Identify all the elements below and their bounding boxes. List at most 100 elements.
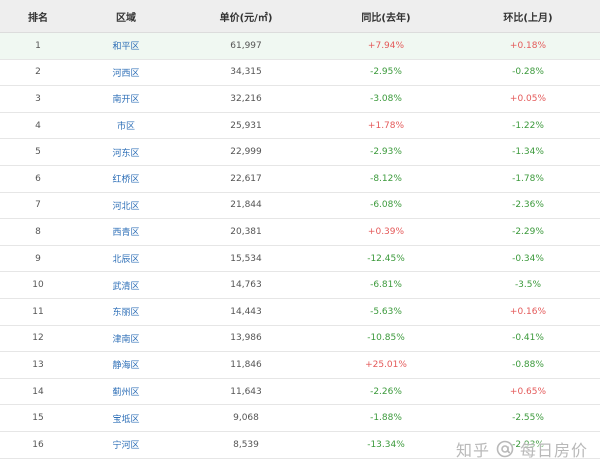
price-cell: 8,539 [176, 431, 316, 459]
yoy-cell: -10.85% [316, 325, 456, 353]
table-row: 12 津南区 13,986 -10.85% -0.41% [0, 325, 600, 353]
table-row: 5 河东区 22,999 -2.93% -1.34% [0, 138, 600, 166]
price-cell: 22,999 [176, 138, 316, 166]
mom-cell: -0.34% [456, 245, 600, 273]
yoy-cell: -2.93% [316, 138, 456, 166]
mom-cell: -2.29% [456, 218, 600, 246]
yoy-cell: -8.12% [316, 165, 456, 193]
area-link[interactable]: 红桥区 [76, 165, 176, 193]
table-header: 排名 区域 单价(元/㎡) 同比(去年) 环比(上月) [0, 0, 600, 33]
table-row: 11 东丽区 14,443 -5.63% +0.16% [0, 298, 600, 326]
rank-cell: 3 [0, 85, 76, 113]
rank-cell: 14 [0, 378, 76, 406]
area-link[interactable]: 和平区 [76, 32, 176, 60]
rank-cell: 4 [0, 112, 76, 140]
mom-cell: -0.28% [456, 59, 600, 87]
area-link[interactable]: 宁河区 [76, 431, 176, 459]
price-cell: 32,216 [176, 85, 316, 113]
price-cell: 11,846 [176, 351, 316, 379]
price-cell: 34,315 [176, 59, 316, 87]
price-cell: 14,763 [176, 271, 316, 299]
rank-cell: 5 [0, 138, 76, 166]
price-cell: 11,643 [176, 378, 316, 406]
watermark-site: 知乎 [455, 441, 490, 460]
rank-cell: 8 [0, 218, 76, 246]
rank-cell: 7 [0, 192, 76, 220]
at-icon [496, 440, 514, 458]
table-row: 2 河西区 34,315 -2.95% -0.28% [0, 59, 600, 87]
table-row: 13 静海区 11,846 +25.01% -0.88% [0, 351, 600, 379]
rank-cell: 2 [0, 59, 76, 87]
header-price: 单价(元/㎡) [176, 0, 316, 33]
rank-cell: 15 [0, 404, 76, 432]
area-link[interactable]: 河北区 [76, 192, 176, 220]
mom-cell: -2.36% [456, 192, 600, 220]
mom-cell: -1.34% [456, 138, 600, 166]
table-row: 3 南开区 32,216 -3.08% +0.05% [0, 85, 600, 113]
area-link[interactable]: 西青区 [76, 218, 176, 246]
area-link[interactable]: 南开区 [76, 85, 176, 113]
yoy-cell: -6.08% [316, 192, 456, 220]
rank-cell: 9 [0, 245, 76, 273]
price-cell: 9,068 [176, 404, 316, 432]
yoy-cell: +7.94% [316, 32, 456, 60]
area-link[interactable]: 河东区 [76, 138, 176, 166]
header-mom: 环比(上月) [456, 0, 600, 33]
price-cell: 20,381 [176, 218, 316, 246]
rank-cell: 6 [0, 165, 76, 193]
price-cell: 21,844 [176, 192, 316, 220]
price-cell: 22,617 [176, 165, 316, 193]
yoy-cell: +25.01% [316, 351, 456, 379]
table-row: 15 宝坻区 9,068 -1.88% -2.55% [0, 404, 600, 432]
table-row: 1 和平区 61,997 +7.94% +0.18% [0, 32, 600, 60]
mom-cell: -0.88% [456, 351, 600, 379]
header-yoy: 同比(去年) [316, 0, 456, 33]
header-row: 排名 区域 单价(元/㎡) 同比(去年) 环比(上月) [0, 0, 600, 33]
mom-cell: +0.05% [456, 85, 600, 113]
mom-cell: +0.18% [456, 32, 600, 60]
yoy-cell: -13.34% [316, 431, 456, 459]
watermark-author: 每日房价 [519, 441, 588, 460]
yoy-cell: -5.63% [316, 298, 456, 326]
area-link[interactable]: 武清区 [76, 271, 176, 299]
rank-cell: 11 [0, 298, 76, 326]
mom-cell: -2.55% [456, 404, 600, 432]
yoy-cell: +0.39% [316, 218, 456, 246]
rank-cell: 10 [0, 271, 76, 299]
header-rank: 排名 [0, 0, 76, 33]
rank-cell: 16 [0, 431, 76, 459]
table-row: 10 武清区 14,763 -6.81% -3.5% [0, 271, 600, 299]
area-link[interactable]: 蓟州区 [76, 378, 176, 406]
table-row: 6 红桥区 22,617 -8.12% -1.78% [0, 165, 600, 193]
price-cell: 15,534 [176, 245, 316, 273]
yoy-cell: -3.08% [316, 85, 456, 113]
mom-cell: -1.22% [456, 112, 600, 140]
yoy-cell: -1.88% [316, 404, 456, 432]
rank-cell: 12 [0, 325, 76, 353]
yoy-cell: -6.81% [316, 271, 456, 299]
area-link[interactable]: 静海区 [76, 351, 176, 379]
area-link[interactable]: 河西区 [76, 59, 176, 87]
yoy-cell: -2.95% [316, 59, 456, 87]
table-row: 7 河北区 21,844 -6.08% -2.36% [0, 192, 600, 220]
area-link[interactable]: 市区 [76, 112, 176, 140]
rank-cell: 1 [0, 32, 76, 60]
area-link[interactable]: 宝坻区 [76, 404, 176, 432]
table-row: 9 北辰区 15,534 -12.45% -0.34% [0, 245, 600, 273]
area-link[interactable]: 北辰区 [76, 245, 176, 273]
header-area: 区域 [76, 0, 176, 33]
price-cell: 61,997 [176, 32, 316, 60]
mom-cell: -1.78% [456, 165, 600, 193]
area-link[interactable]: 东丽区 [76, 298, 176, 326]
area-link[interactable]: 津南区 [76, 325, 176, 353]
price-cell: 25,931 [176, 112, 316, 140]
table-row: 14 蓟州区 11,643 -2.26% +0.65% [0, 378, 600, 406]
yoy-cell: +1.78% [316, 112, 456, 140]
mom-cell: -0.41% [456, 325, 600, 353]
price-cell: 13,986 [176, 325, 316, 353]
table-body: 1 和平区 61,997 +7.94% +0.18% 2 河西区 34,315 -2.95% -0… [0, 32, 600, 459]
mom-cell: +0.16% [456, 298, 600, 326]
yoy-cell: -2.26% [316, 378, 456, 406]
yoy-cell: -12.45% [316, 245, 456, 273]
watermark: 知乎 每日房价 [456, 437, 588, 461]
